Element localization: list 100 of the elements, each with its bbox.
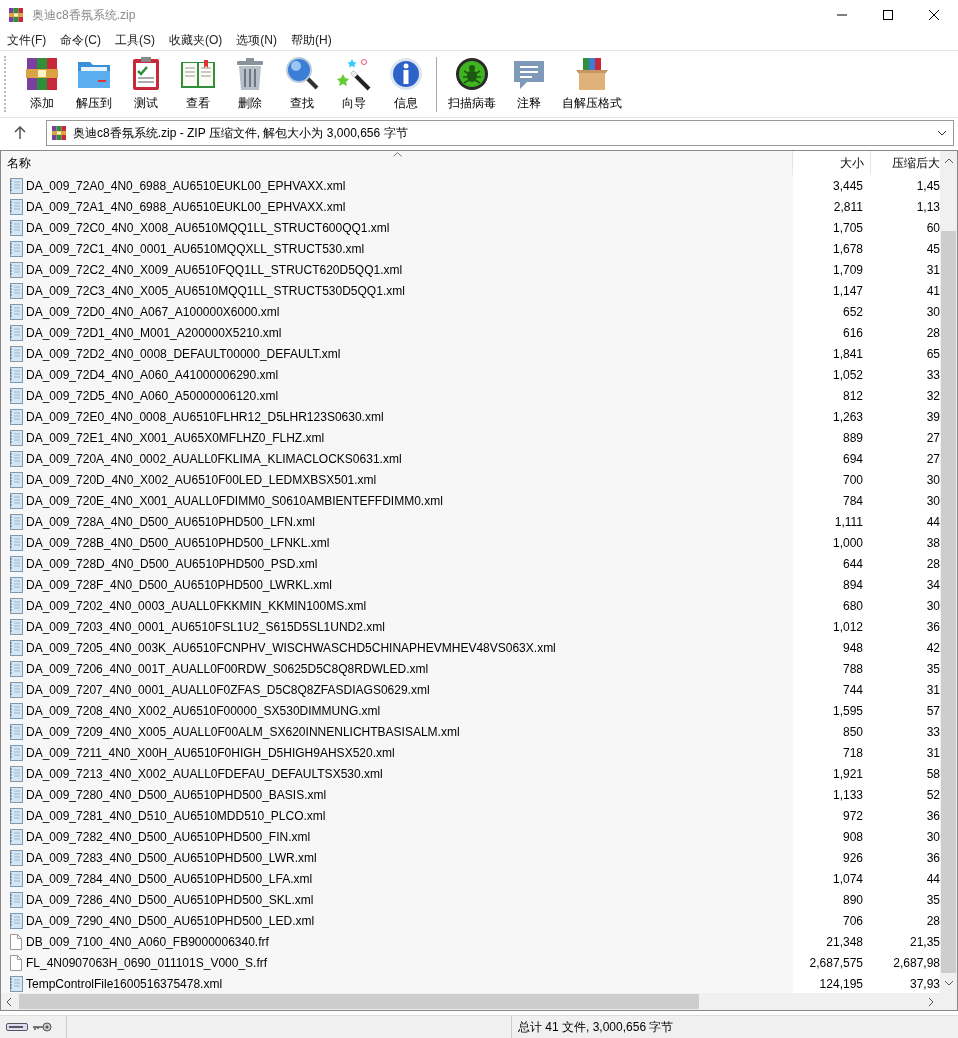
- info-icon: [388, 56, 424, 92]
- table-cell-text: 30: [925, 304, 940, 319]
- file-name[interactable]: DA_009_720D_4N0_X002_AU6510F00LED_LEDMXBSX501.xml: [26, 472, 377, 487]
- toolbar-button[interactable]: 测试: [120, 52, 172, 116]
- column-header[interactable]: 压缩后大: [871, 151, 940, 175]
- menu-item[interactable]: 文件(F): [7, 31, 47, 49]
- file-name[interactable]: DA_009_7205_4N0_003K_AU6510FCNPHV_WISCHWASCHD5CHINAPHEVMHEV48VS063X.xml: [26, 640, 556, 655]
- file-name[interactable]: DA_009_7202_4N0_0003_AUALL0FKKMIN_KKMIN100MS.xml: [26, 598, 367, 613]
- table-cell-text: 60: [925, 220, 940, 235]
- file-name[interactable]: DA_009_72C2_4N0_X009_AU6510FQQ1LL_STRUCT620D5QQ1.xml: [26, 262, 403, 277]
- file-name[interactable]: DA_009_720A_4N0_0002_AUALL0FKLIMA_KLIMACLOCKS0631.xml: [26, 451, 402, 466]
- maximize-icon[interactable]: [882, 9, 894, 21]
- file-name[interactable]: DA_009_7207_4N0_0001_AUALL0F0ZFAS_D5C8Q8ZFASDIAGS0629.xml: [26, 682, 430, 697]
- file-name[interactable]: DA_009_7284_4N0_D500_AU6510PHD500_LFA.xml: [26, 871, 313, 886]
- scroll-right-icon[interactable]: [927, 996, 935, 1007]
- file-name[interactable]: DA_009_72D2_4N0_0008_DEFAULT00000_DEFAULT.xml: [26, 346, 341, 361]
- toolbar-button[interactable]: 删除: [224, 52, 276, 116]
- table-cell-text: 784: [841, 493, 864, 508]
- scroll-left-icon[interactable]: [5, 996, 13, 1007]
- document-icon: [9, 702, 23, 719]
- document-icon: [9, 240, 23, 257]
- address-bar[interactable]: 奥迪c8香氛系统.zip - ZIP 压缩文件, 解包大小为 3,000,656 字节: [46, 120, 954, 146]
- column-header[interactable]: 名称: [1, 151, 793, 175]
- document-icon: [9, 534, 23, 551]
- file-name[interactable]: DA_009_7206_4N0_001T_AUALL0F00RDW_S0625D5C8Q8RDWLED.xml: [26, 661, 429, 676]
- bug-icon: [454, 56, 490, 92]
- file-name[interactable]: DA_009_728F_4N0_D500_AU6510PHD500_LWRKL.xml: [26, 577, 332, 592]
- toolbar-button[interactable]: 解压到: [68, 52, 120, 116]
- document-icon: [9, 345, 23, 362]
- file-name[interactable]: DA_009_7283_4N0_D500_AU6510PHD500_LWR.xml: [26, 850, 317, 865]
- horizontal-scrollbar[interactable]: [0, 993, 958, 1011]
- scroll-down-icon[interactable]: [943, 979, 954, 987]
- file-name[interactable]: DA_009_72D4_4N0_A060_A41000006290.xml: [26, 367, 279, 382]
- table-cell-text: 1,709: [831, 262, 864, 277]
- file-name[interactable]: FL_4N0907063H_0690_011101S_V000_S.frf: [26, 955, 268, 970]
- document-icon: [9, 660, 23, 677]
- scroll-up-icon[interactable]: [943, 157, 954, 165]
- file-name[interactable]: DA_009_72D5_4N0_A060_A50000006120.xml: [26, 388, 279, 403]
- toolbar-button[interactable]: 信息: [380, 52, 432, 116]
- file-name[interactable]: DA_009_7280_4N0_D500_AU6510PHD500_BASIS.xml: [26, 787, 327, 802]
- document-icon: [9, 471, 23, 488]
- file-name[interactable]: DA_009_72C1_4N0_0001_AU6510MQQXLL_STRUCT530.xml: [26, 241, 365, 256]
- document-icon: [9, 303, 23, 320]
- table-cell-text: 890: [841, 892, 864, 907]
- menu-item[interactable]: 工具(S): [115, 31, 155, 49]
- toolbar-button[interactable]: 扫描病毒: [441, 52, 503, 116]
- file-name[interactable]: DA_009_7208_4N0_X002_AU6510F00000_SX530DIMMUNG.xml: [26, 703, 381, 718]
- menu-item[interactable]: 命令(C): [60, 31, 101, 49]
- document-icon: [9, 681, 23, 698]
- toolbar-button[interactable]: 注释: [503, 52, 555, 116]
- table-cell-text: 124,195: [818, 976, 864, 991]
- toolbar-button[interactable]: 向导: [328, 52, 380, 116]
- document-icon: [9, 324, 23, 341]
- close-icon[interactable]: [928, 9, 940, 21]
- file-name[interactable]: DA_009_7209_4N0_X005_AUALL0F00ALM_SX620INNENLICHTBASISALM.xml: [26, 724, 460, 739]
- file-name[interactable]: DA_009_72D0_4N0_A067_A100000X6000.xml: [26, 304, 280, 319]
- file-name[interactable]: DA_009_72E1_4N0_X001_AU65X0MFLHZ0_FLHZ.xml: [26, 430, 325, 445]
- table-cell-text: 694: [841, 451, 864, 466]
- file-name[interactable]: DA_009_72C0_4N0_X008_AU6510MQQ1LL_STRUCT600QQ1.xml: [26, 220, 390, 235]
- scroll-thumb[interactable]: [941, 231, 956, 973]
- toolbar-button[interactable]: 自解压格式: [555, 52, 629, 116]
- toolbar-button[interactable]: 添加: [16, 52, 68, 116]
- file-icon: [9, 954, 23, 971]
- file-name[interactable]: DA_009_7211_4N0_X00H_AU6510F0HIGH_D5HIGH9AHSX520.xml: [26, 745, 395, 760]
- table-cell-text: 21,35: [908, 934, 940, 949]
- file-name[interactable]: DA_009_7281_4N0_D510_AU6510MDD510_PLCO.xml: [26, 808, 326, 823]
- file-name[interactable]: DA_009_7203_4N0_0001_AU6510FSL1U2_S615D5SL1UND2.xml: [26, 619, 385, 634]
- file-name[interactable]: DA_009_72D1_4N0_M001_A200000X5210.xml: [26, 325, 282, 340]
- file-name[interactable]: TempControlFile1600516375478.xml: [26, 976, 223, 991]
- table-cell-text: 65: [925, 346, 940, 361]
- file-name[interactable]: DA_009_72E0_4N0_0008_AU6510FLHR12_D5LHR123S0630.xml: [26, 409, 384, 424]
- file-name[interactable]: DA_009_720E_4N0_X001_AUALL0FDIMM0_S0610AMBIENTEFFDIMM0.xml: [26, 493, 443, 508]
- up-arrow-icon[interactable]: [14, 126, 26, 140]
- scroll-thumb[interactable]: [19, 994, 699, 1009]
- table-cell-text: 850: [841, 724, 864, 739]
- toolbar-button[interactable]: 查找: [276, 52, 328, 116]
- file-name[interactable]: DA_009_7290_4N0_D500_AU6510PHD500_LED.xml: [26, 913, 315, 928]
- table-cell-text: 1,678: [831, 241, 864, 256]
- file-name[interactable]: DA_009_728A_4N0_D500_AU6510PHD500_LFN.xml: [26, 514, 315, 529]
- menu-item[interactable]: 收藏夹(O): [169, 31, 223, 49]
- menu-item[interactable]: 帮助(H): [291, 31, 332, 49]
- file-name[interactable]: DA_009_7286_4N0_D500_AU6510PHD500_SKL.xml: [26, 892, 314, 907]
- file-icon: [9, 933, 23, 950]
- document-icon: [9, 870, 23, 887]
- toolbar-button[interactable]: 查看: [172, 52, 224, 116]
- dropdown-icon[interactable]: [937, 129, 947, 137]
- file-name[interactable]: DB_009_7100_4N0_A060_FB9000006340.frf: [26, 934, 269, 949]
- vertical-scrollbar[interactable]: [940, 151, 957, 993]
- document-icon: [9, 828, 23, 845]
- menu-item[interactable]: 选项(N): [236, 31, 277, 49]
- file-name[interactable]: DA_009_7282_4N0_D500_AU6510PHD500_FIN.xml: [26, 829, 311, 844]
- file-name[interactable]: DA_009_728D_4N0_D500_AU6510PHD500_PSD.xml: [26, 556, 318, 571]
- file-name[interactable]: DA_009_7213_4N0_X002_AUALL0FDEFAU_DEFAULTSX530.xml: [26, 766, 383, 781]
- file-name[interactable]: DA_009_728B_4N0_D500_AU6510PHD500_LFNKL.xml: [26, 535, 330, 550]
- file-name[interactable]: DA_009_72C3_4N0_X005_AU6510MQQ1LL_STRUCT530D5QQ1.xml: [26, 283, 405, 298]
- table-cell-text: 39: [925, 409, 940, 424]
- file-name[interactable]: DA_009_72A0_4N0_6988_AU6510EUKL00_EPHVAXX.xml: [26, 178, 346, 193]
- file-name[interactable]: DA_009_72A1_4N0_6988_AU6510EUKL00_EPHVAXX.xml: [26, 199, 346, 214]
- table-cell-text: 1,074: [831, 871, 864, 886]
- document-icon: [9, 744, 23, 761]
